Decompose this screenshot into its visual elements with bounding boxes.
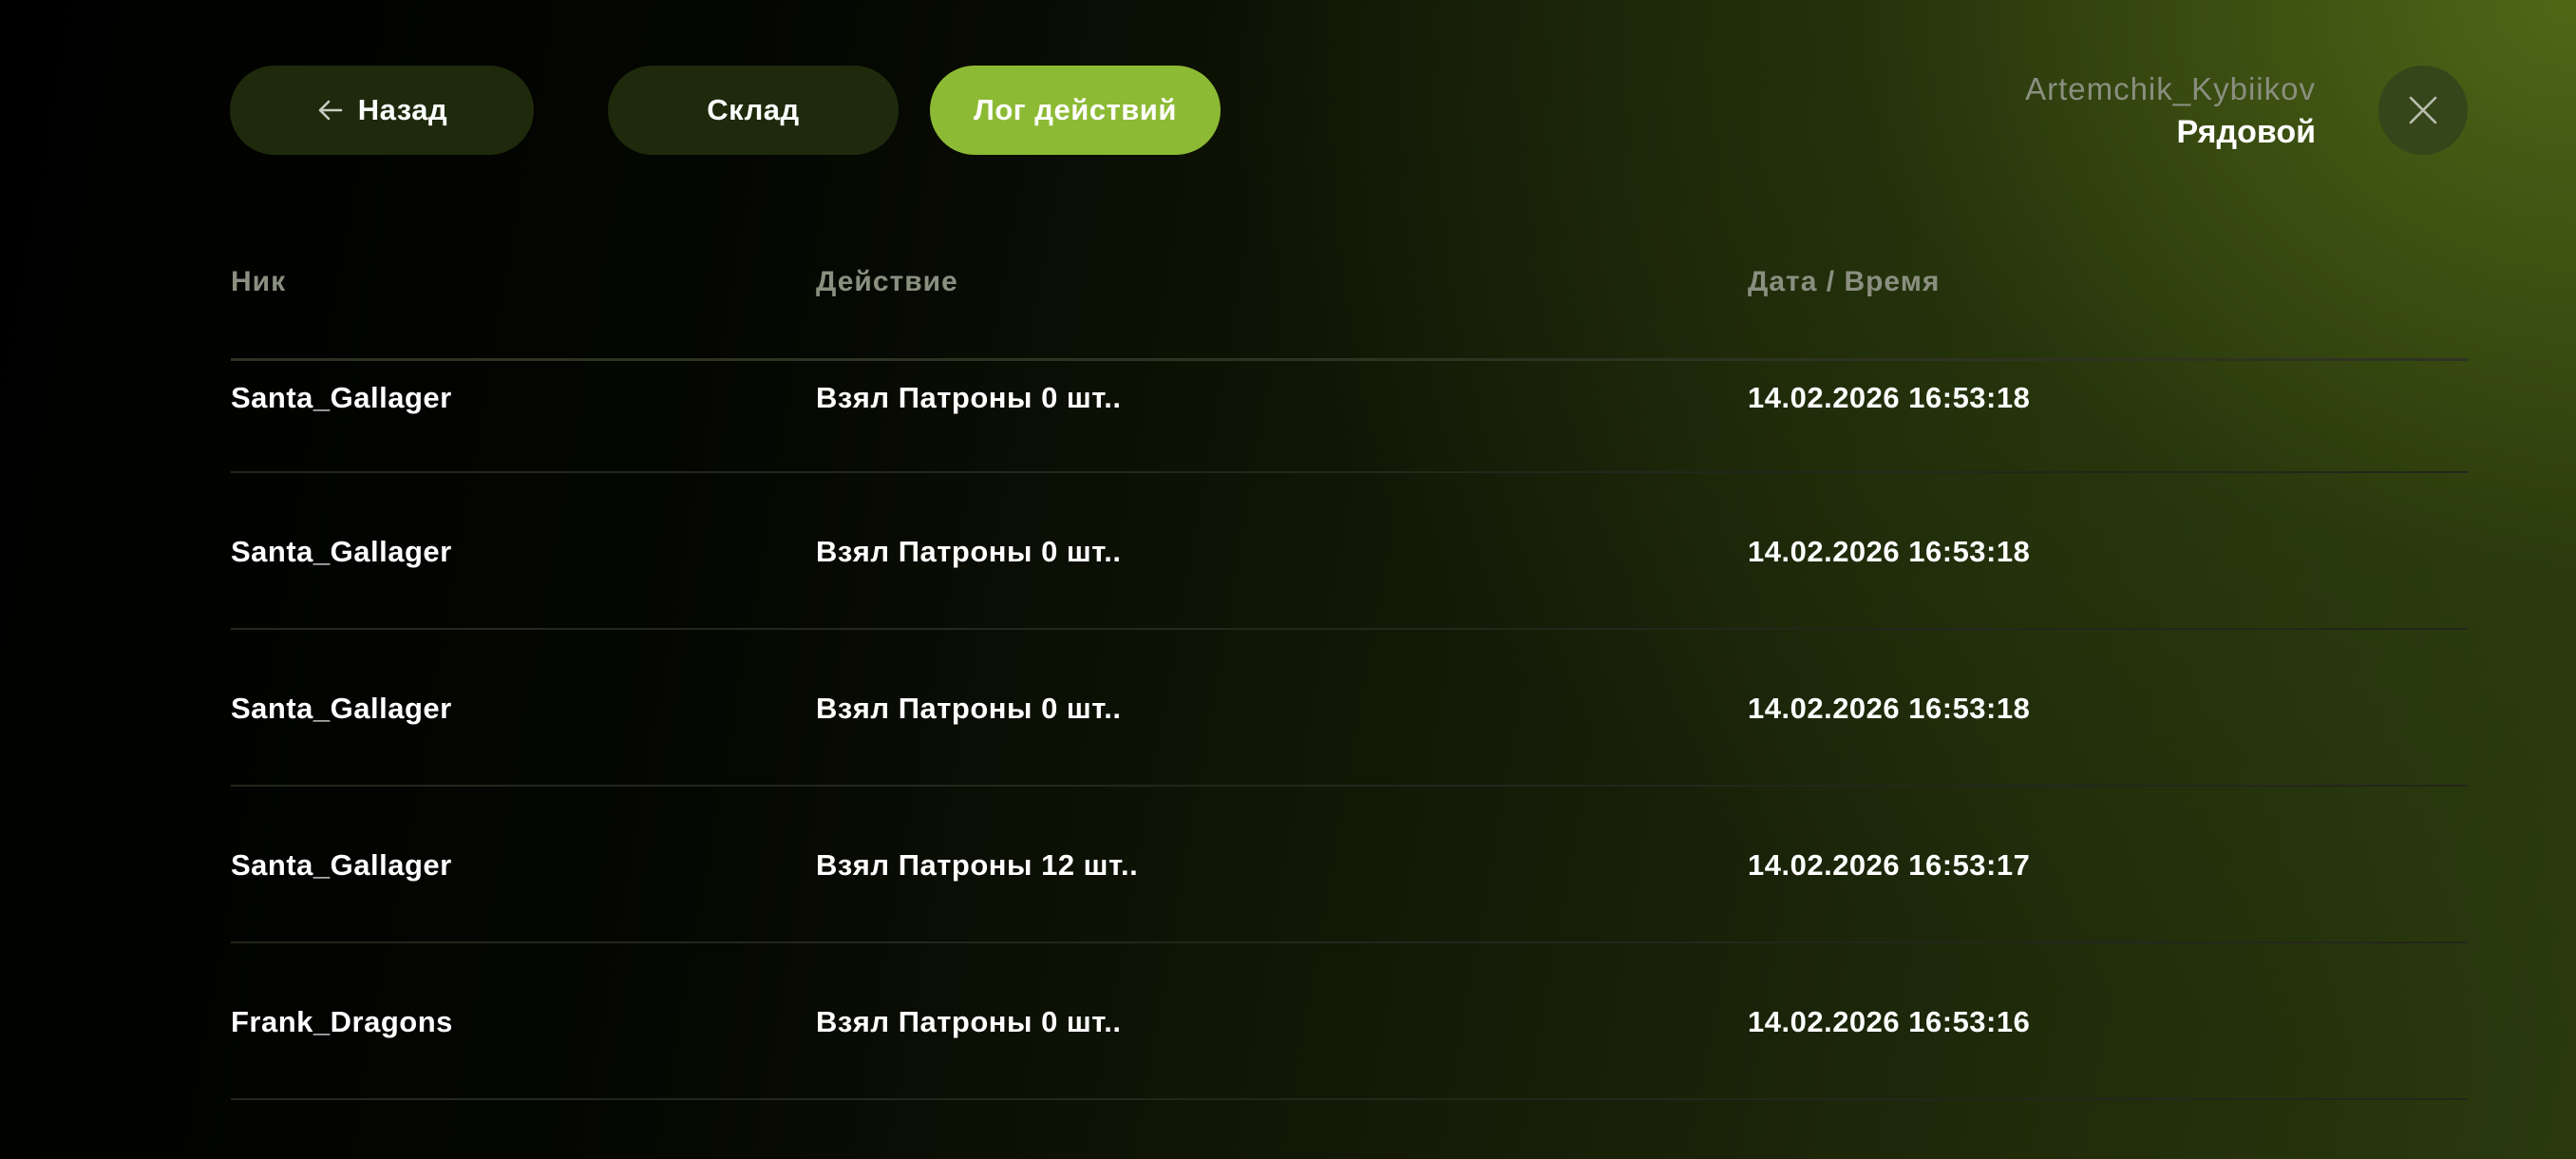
- close-icon: [2407, 94, 2439, 126]
- tab-action-log[interactable]: Лог действий: [930, 66, 1221, 155]
- cell-nick: Santa_Gallager: [231, 381, 452, 414]
- table-row: Frank_Dragons Взял Патроны 0 шт.. 14.02.…: [231, 943, 2468, 1100]
- table-row: Santa_Gallager Взял Патроны 0 шт.. 14.02…: [231, 473, 2468, 630]
- tab-stock[interactable]: Склад: [608, 66, 899, 155]
- cell-datetime: 14.02.2026 16:53:16: [1748, 1005, 2031, 1038]
- cell-datetime: 14.02.2026 16:53:18: [1748, 535, 2031, 568]
- cell-nick: Santa_Gallager: [231, 535, 452, 568]
- cell-datetime: 14.02.2026 16:53:17: [1748, 848, 2031, 882]
- close-button[interactable]: [2378, 66, 2468, 155]
- cell-nick: Santa_Gallager: [231, 848, 452, 882]
- tab-stock-label: Склад: [707, 93, 800, 126]
- back-button[interactable]: Назад: [230, 66, 534, 155]
- user-info: Artemchik_Kybiikov Рядовой: [2025, 68, 2316, 154]
- cell-action: Взял Патроны 0 шт..: [816, 535, 1122, 568]
- tab-action-log-label: Лог действий: [974, 93, 1177, 126]
- arrow-left-icon: [316, 96, 345, 124]
- cell-action: Взял Патроны 12 шт..: [816, 848, 1139, 882]
- table-body[interactable]: Santa_Gallager Взял Патроны 0 шт.. 14.02…: [231, 362, 2468, 1100]
- table-row: Santa_Gallager Взял Патроны 12 шт.. 14.0…: [231, 787, 2468, 943]
- table-row: Santa_Gallager Взял Патроны 0 шт.. 14.02…: [231, 630, 2468, 787]
- cell-action: Взял Патроны 0 шт..: [816, 692, 1122, 725]
- back-button-label: Назад: [357, 93, 448, 126]
- table-row: Santa_Gallager Взял Патроны 0 шт.. 14.02…: [231, 362, 2468, 473]
- header-action: Действие: [816, 266, 958, 297]
- header-nick: Ник: [231, 266, 287, 297]
- header-datetime: Дата / Время: [1748, 266, 1941, 297]
- user-rank: Рядовой: [2176, 114, 2316, 150]
- cell-datetime: 14.02.2026 16:53:18: [1748, 381, 2031, 414]
- table-header: Ник Действие Дата / Время: [231, 266, 2468, 361]
- cell-nick: Santa_Gallager: [231, 692, 452, 725]
- cell-action: Взял Патроны 0 шт..: [816, 1005, 1122, 1038]
- cell-nick: Frank_Dragons: [231, 1005, 453, 1038]
- cell-datetime: 14.02.2026 16:53:18: [1748, 692, 2031, 725]
- cell-action: Взял Патроны 0 шт..: [816, 381, 1122, 414]
- user-name: Artemchik_Kybiikov: [2025, 71, 2316, 106]
